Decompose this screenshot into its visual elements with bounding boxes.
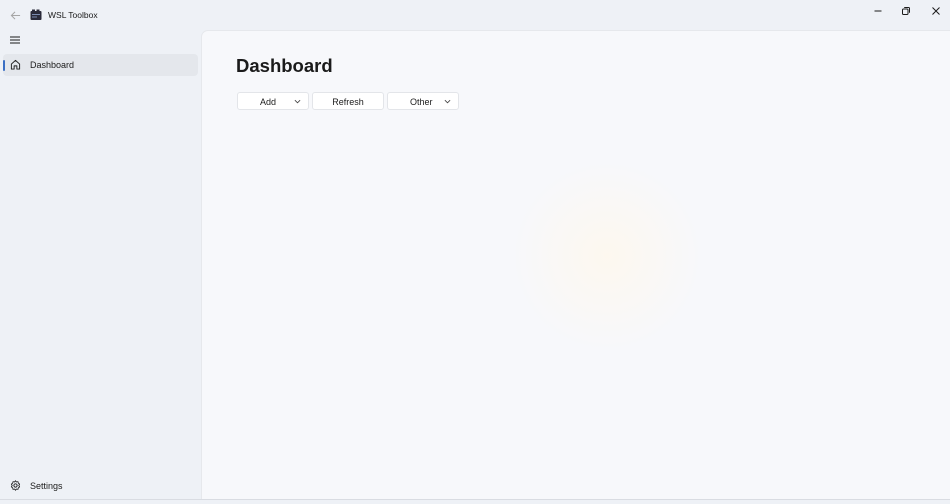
selection-indicator	[3, 60, 5, 71]
nav-toggle-button[interactable]	[6, 32, 24, 48]
refresh-button[interactable]: Refresh	[312, 92, 384, 110]
minimize-icon	[874, 10, 882, 12]
back-button[interactable]	[6, 6, 24, 24]
hamburger-menu-icon	[10, 36, 20, 44]
add-button[interactable]: Add	[237, 92, 309, 110]
refresh-button-label: Refresh	[332, 97, 364, 107]
restore-button[interactable]	[891, 0, 921, 22]
other-button[interactable]: Other	[387, 92, 459, 110]
minimize-button[interactable]	[863, 0, 893, 22]
content-panel: Dashboard Add Refresh Other	[201, 30, 950, 500]
home-icon	[10, 59, 21, 70]
chevron-down-icon	[294, 99, 301, 104]
sidebar-item-settings[interactable]: Settings	[3, 476, 198, 496]
app-title: WSL Toolbox	[48, 10, 98, 20]
app-logo-icon	[30, 9, 42, 20]
window-bottom-border	[0, 499, 950, 500]
arrow-left-icon	[10, 10, 20, 20]
add-button-label: Add	[260, 97, 277, 107]
background-decoration	[512, 161, 702, 351]
chevron-down-icon	[444, 99, 451, 104]
restore-icon	[902, 7, 910, 15]
gear-icon	[10, 480, 21, 491]
close-icon	[932, 7, 940, 15]
sidebar-item-dashboard[interactable]: Dashboard	[3, 54, 198, 76]
close-button[interactable]	[921, 0, 950, 22]
sidebar-item-label: Dashboard	[30, 60, 75, 70]
other-button-label: Other	[410, 97, 433, 107]
title-bar: WSL Toolbox	[0, 0, 950, 30]
page-title: Dashboard	[236, 55, 333, 76]
settings-label: Settings	[30, 481, 63, 491]
